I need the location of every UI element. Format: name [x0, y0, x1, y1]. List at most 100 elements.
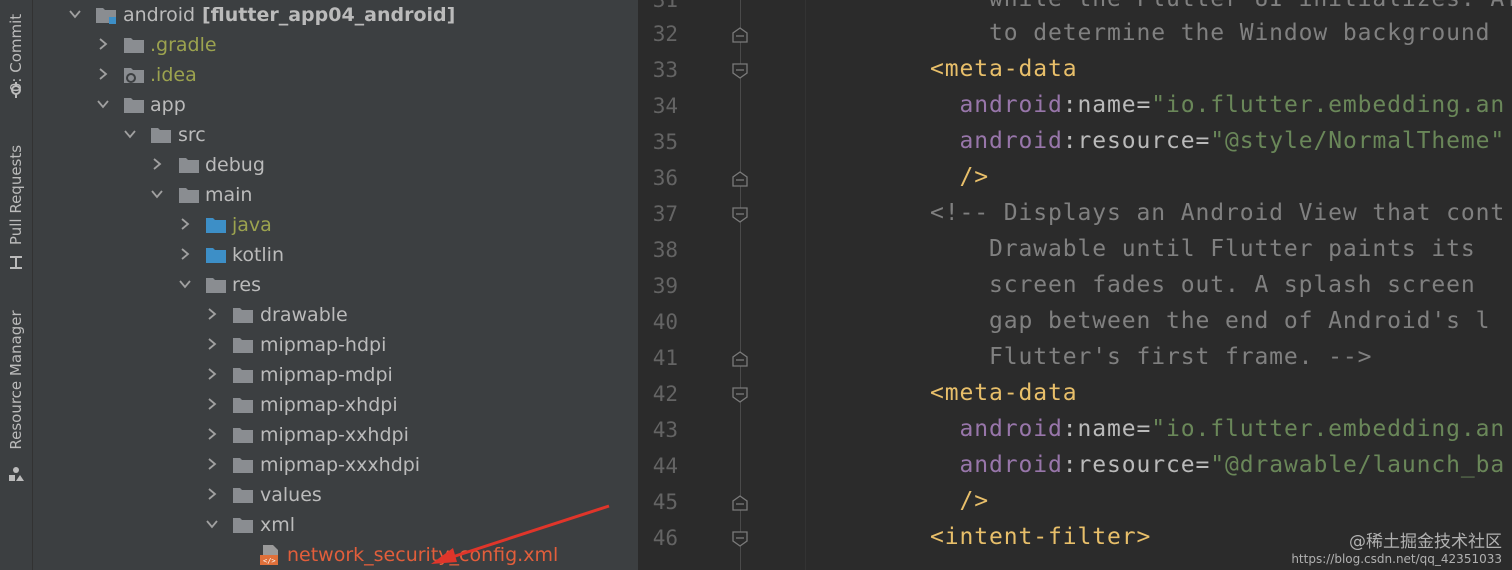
- chevron-right-icon[interactable]: [205, 427, 219, 441]
- chevron-right-icon[interactable]: [205, 337, 219, 351]
- folder-icon: [124, 38, 144, 53]
- code-line: android:name="io.flutter.embedding.an: [930, 416, 1505, 442]
- tree-node-debug[interactable]: debug: [33, 150, 633, 180]
- tree-label: .idea: [150, 64, 197, 86]
- line-number: 39: [652, 274, 678, 298]
- code-line: gap between the end of Android's l: [930, 308, 1491, 334]
- fold-start-icon[interactable]: [731, 62, 749, 80]
- tree-node-android-root[interactable]: android [flutter_app04_android]: [33, 0, 633, 30]
- tree-label: mipmap-xxhdpi: [260, 424, 409, 446]
- line-number: 43: [652, 418, 678, 442]
- source-folder-icon: [206, 218, 226, 233]
- xml-value: "io.flutter.embedding.an: [1151, 416, 1506, 442]
- annotation-arrow: [431, 504, 610, 564]
- fold-start-icon[interactable]: [731, 206, 749, 224]
- code-line: screen fades out. A splash screen: [930, 272, 1476, 298]
- chevron-right-icon[interactable]: [205, 307, 219, 321]
- tree-node-mipmap-xhdpi[interactable]: mipmap-xhdpi: [33, 390, 633, 420]
- fold-start-icon[interactable]: [731, 530, 749, 548]
- xml-attribute: :resource=: [1062, 452, 1211, 478]
- tree-node-mipmap-mdpi[interactable]: mipmap-mdpi: [33, 360, 633, 390]
- chevron-right-icon[interactable]: [178, 217, 192, 231]
- fold-start-icon[interactable]: [731, 386, 749, 404]
- tree-node-mipmap-xxxhdpi[interactable]: mipmap-xxxhdpi: [33, 450, 633, 480]
- chevron-down-icon[interactable]: [150, 187, 164, 201]
- line-number: 32: [652, 22, 678, 46]
- folder-icon: [124, 98, 144, 113]
- code-line: <meta-data: [930, 380, 1077, 406]
- line-number: 31: [652, 0, 678, 12]
- tree-node-kotlin[interactable]: kotlin: [33, 240, 633, 270]
- line-number: 38: [652, 238, 678, 262]
- watermark-title: @稀土掘金技术社区: [1349, 532, 1502, 552]
- tree-node-res[interactable]: res: [33, 270, 633, 300]
- code-line: <intent-filter>: [930, 524, 1151, 550]
- settings-folder-icon: [124, 68, 144, 83]
- tree-node-mipmap-hdpi[interactable]: mipmap-hdpi: [33, 330, 633, 360]
- chevron-right-icon[interactable]: [205, 367, 219, 381]
- commit-tool-button[interactable]: 0: Commit: [0, 0, 32, 105]
- tree-label-root-module: [flutter_app04_android]: [202, 4, 456, 26]
- line-number: 33: [652, 58, 678, 82]
- xml-namespace: android: [959, 416, 1063, 442]
- folder-icon: [179, 158, 199, 173]
- source-folder-icon: [206, 248, 226, 263]
- code-editor[interactable]: 31 32 33 34 35 36 37 38 39 40 41 42 43 4…: [640, 0, 1512, 570]
- tree-node-java[interactable]: java: [33, 210, 633, 240]
- tree-node-mipmap-xxhdpi[interactable]: mipmap-xxhdpi: [33, 420, 633, 450]
- tree-node-app[interactable]: app: [33, 90, 633, 120]
- xml-namespace: android: [959, 92, 1063, 118]
- folder-icon: [233, 488, 253, 503]
- chevron-right-icon[interactable]: [178, 247, 192, 261]
- tree-label: xml: [260, 514, 296, 536]
- line-number: 46: [652, 526, 678, 550]
- xml-namespace: android: [959, 128, 1063, 154]
- tree-node-src[interactable]: src: [33, 120, 633, 150]
- xml-value: "@drawable/launch_ba: [1210, 452, 1506, 478]
- chevron-right-icon[interactable]: [205, 487, 219, 501]
- commit-icon: [11, 82, 21, 98]
- tree-node-drawable[interactable]: drawable: [33, 300, 633, 330]
- tree-node-idea[interactable]: .idea: [33, 60, 633, 90]
- fold-end-icon[interactable]: [731, 350, 749, 368]
- pull-requests-tool-button[interactable]: Pull Requests: [0, 130, 32, 275]
- fold-end-icon[interactable]: [731, 26, 749, 44]
- xml-namespace: android: [959, 452, 1063, 478]
- chevron-right-icon[interactable]: [150, 157, 164, 171]
- chevron-down-icon[interactable]: [96, 97, 110, 111]
- tree-node-main[interactable]: main: [33, 180, 633, 210]
- tree-node-gradle[interactable]: .gradle: [33, 30, 633, 60]
- chevron-down-icon[interactable]: [123, 127, 137, 141]
- xml-tag: />: [959, 488, 989, 514]
- code-line: />: [930, 488, 989, 514]
- watermark-url: https://blog.csdn.net/qq_42351033: [1291, 552, 1502, 566]
- resource-manager-tool-button[interactable]: Resource Manager: [0, 300, 32, 490]
- chevron-right-icon[interactable]: [205, 397, 219, 411]
- chevron-down-icon[interactable]: [68, 7, 82, 21]
- chevron-right-icon[interactable]: [96, 37, 110, 51]
- project-tree-panel: android [flutter_app04_android] .gradle …: [33, 0, 638, 570]
- xml-attribute: :name=: [1062, 416, 1152, 442]
- xml-value: "io.flutter.embedding.an: [1151, 92, 1506, 118]
- line-number: 45: [652, 490, 678, 514]
- line-number: 37: [652, 202, 678, 226]
- code-line: android:resource="@style/NormalTheme": [930, 128, 1505, 154]
- line-number: 35: [652, 130, 678, 154]
- chevron-right-icon[interactable]: [96, 67, 110, 81]
- resource-manager-icon: [9, 467, 24, 481]
- code-line: android:name="io.flutter.embedding.an: [930, 92, 1505, 118]
- commit-tool-label: 0: Commit: [7, 13, 25, 92]
- xml-attribute: :name=: [1062, 92, 1152, 118]
- fold-end-icon[interactable]: [731, 170, 749, 188]
- watermark: @稀土掘金技术社区 https://blog.csdn.net/qq_42351…: [1291, 527, 1502, 566]
- folder-icon: [233, 368, 253, 383]
- folder-icon: [233, 338, 253, 353]
- svg-text:</>: </>: [263, 557, 276, 565]
- folder-icon: [233, 428, 253, 443]
- fold-end-icon[interactable]: [731, 494, 749, 512]
- chevron-right-icon[interactable]: [205, 457, 219, 471]
- chevron-down-icon[interactable]: [178, 277, 192, 291]
- line-number: 42: [652, 382, 678, 406]
- tree-label: kotlin: [232, 244, 284, 266]
- chevron-down-icon[interactable]: [205, 517, 219, 531]
